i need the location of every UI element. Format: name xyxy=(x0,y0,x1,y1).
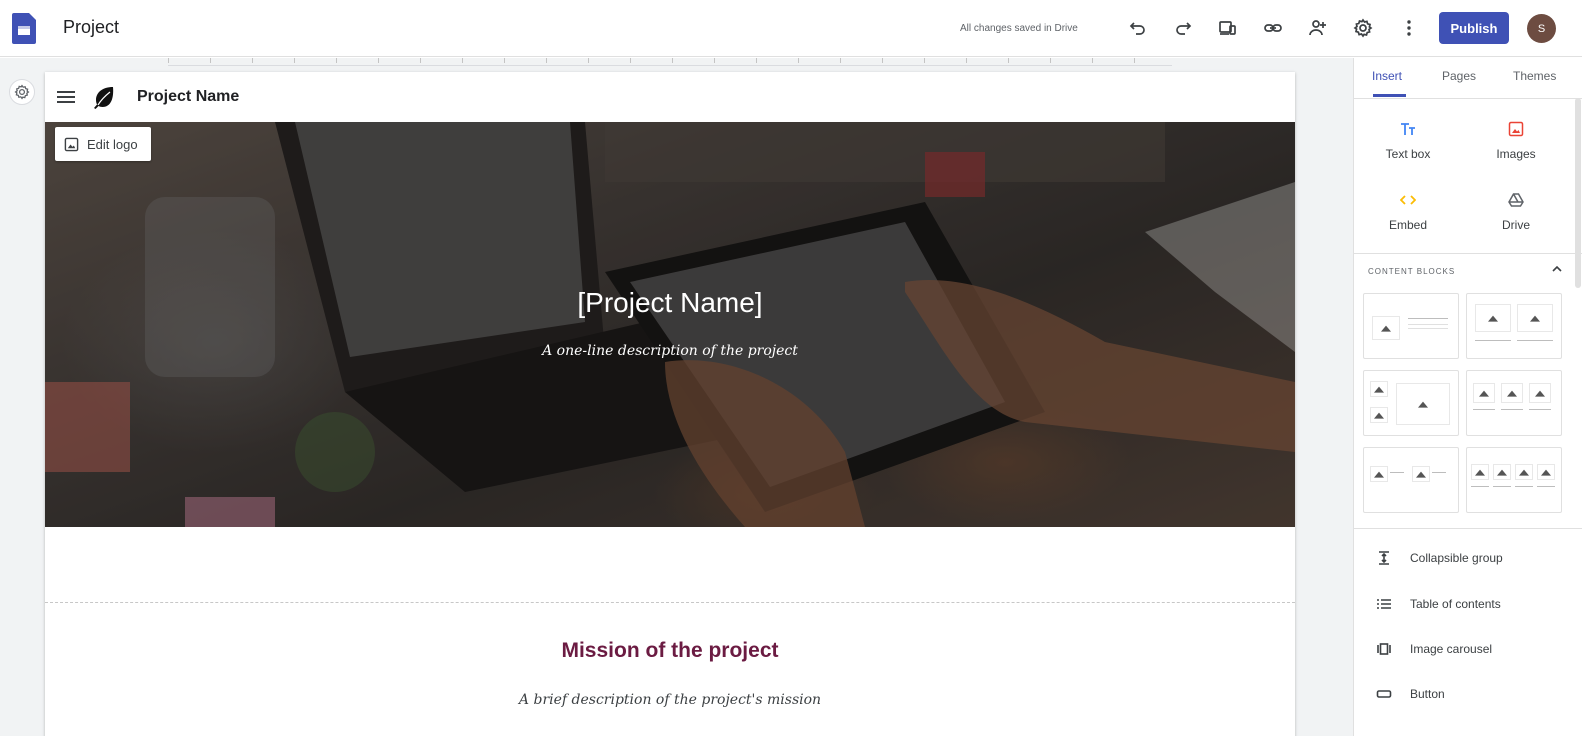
text-box-icon xyxy=(1401,123,1415,135)
mission-title[interactable]: Mission of the project xyxy=(45,639,1295,663)
site-header[interactable]: Project Name xyxy=(45,72,1295,122)
toc-icon xyxy=(1377,599,1391,609)
edit-logo-label: Edit logo xyxy=(87,136,138,152)
hero-banner[interactable]: Edit logo [Project Name] A one-line desc… xyxy=(45,122,1295,527)
site-name[interactable]: Project Name xyxy=(137,88,239,106)
images-tool[interactable]: Images xyxy=(1476,121,1556,161)
top-bar: Project All changes saved in Drive Publi… xyxy=(0,0,1582,57)
table-of-contents-item[interactable]: Table of contents xyxy=(1376,594,1501,614)
more-icon[interactable] xyxy=(1398,17,1420,39)
content-block-3[interactable] xyxy=(1363,370,1459,436)
gear-icon xyxy=(14,84,30,100)
embed-icon xyxy=(1400,195,1416,205)
avatar[interactable]: S xyxy=(1527,14,1556,43)
image-carousel-item[interactable]: Image carousel xyxy=(1376,639,1492,659)
undo-icon[interactable] xyxy=(1127,17,1149,39)
preview-icon[interactable] xyxy=(1217,17,1239,39)
leaf-logo-icon[interactable] xyxy=(91,84,117,110)
settings-icon[interactable] xyxy=(1352,17,1374,39)
image-icon xyxy=(1508,121,1524,137)
hero-subtitle[interactable]: A one-line description of the project xyxy=(45,343,1295,359)
button-icon xyxy=(1376,690,1392,698)
sites-logo-icon[interactable] xyxy=(12,13,36,44)
content-block-2[interactable] xyxy=(1466,293,1562,359)
section-divider xyxy=(45,602,1295,603)
site-page: Project Name Edit logo [Project Name] A … xyxy=(45,72,1295,736)
content-block-6[interactable] xyxy=(1466,447,1562,513)
edit-logo-button[interactable]: Edit logo xyxy=(55,127,151,161)
collapsible-icon xyxy=(1379,551,1389,565)
canvas-scrollbar[interactable] xyxy=(1345,58,1353,736)
carousel-icon xyxy=(1377,643,1391,655)
menu-icon[interactable] xyxy=(57,91,75,103)
insert-panel: Insert Pages Themes Text box Images Embe… xyxy=(1353,58,1582,736)
editor-canvas: Project Name Edit logo [Project Name] A … xyxy=(0,58,1353,736)
panel-scrollbar[interactable] xyxy=(1575,98,1581,288)
collapsible-group-item[interactable]: Collapsible group xyxy=(1376,548,1503,568)
tab-insert[interactable]: Insert xyxy=(1372,69,1402,83)
content-block-1[interactable] xyxy=(1363,293,1459,359)
mission-description[interactable]: A brief description of the project's mis… xyxy=(45,692,1295,708)
publish-button[interactable]: Publish xyxy=(1439,12,1509,44)
content-block-4[interactable] xyxy=(1466,370,1562,436)
tab-pages[interactable]: Pages xyxy=(1442,69,1476,83)
active-tab-indicator xyxy=(1373,94,1406,97)
document-title[interactable]: Project xyxy=(63,17,119,38)
image-icon xyxy=(64,137,79,151)
link-icon[interactable] xyxy=(1262,17,1284,39)
redo-icon[interactable] xyxy=(1172,17,1194,39)
text-box-tool[interactable]: Text box xyxy=(1368,121,1448,161)
drive-tool[interactable]: Drive xyxy=(1476,192,1556,232)
tab-themes[interactable]: Themes xyxy=(1513,69,1556,83)
button-item[interactable]: Button xyxy=(1376,684,1445,704)
ruler xyxy=(168,58,1172,66)
drive-icon xyxy=(1508,193,1524,207)
page-settings-button[interactable] xyxy=(9,79,35,105)
embed-tool[interactable]: Embed xyxy=(1368,192,1448,232)
content-block-5[interactable] xyxy=(1363,447,1459,513)
share-icon[interactable] xyxy=(1307,17,1329,39)
content-blocks-heading: CONTENT BLOCKS xyxy=(1368,267,1456,276)
save-status: All changes saved in Drive xyxy=(960,23,1078,34)
chevron-up-icon[interactable] xyxy=(1551,263,1563,275)
hero-title[interactable]: [Project Name] xyxy=(45,287,1295,319)
